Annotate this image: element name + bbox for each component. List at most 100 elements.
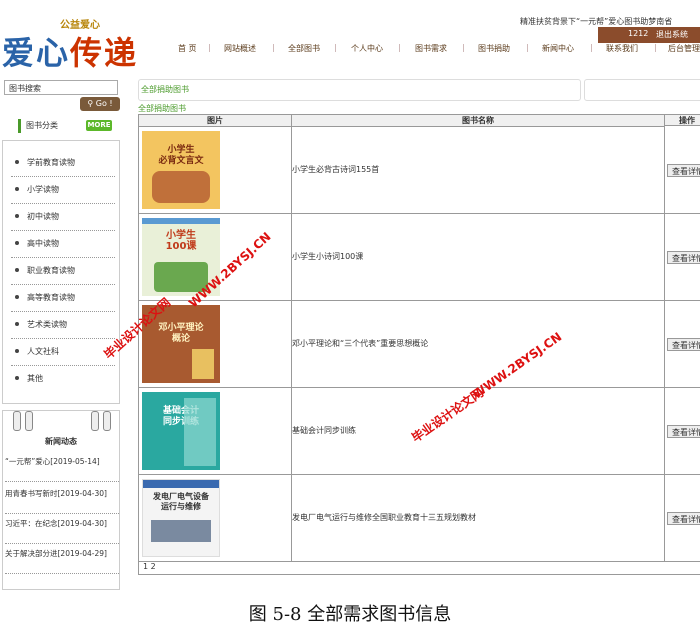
nav-separator: | bbox=[462, 43, 465, 52]
col-header-action: 操作 bbox=[665, 115, 700, 126]
category-item[interactable]: 初中读物 bbox=[11, 204, 115, 231]
category-label: 其他 bbox=[27, 374, 43, 383]
book-table: 图片 图书名称 操作 小学生 必背文言文 小学生必背古诗词155首 查看详情 小… bbox=[138, 114, 700, 575]
cover-title: 发电厂电气设备 运行与维修 bbox=[153, 492, 209, 511]
nav-separator: | bbox=[654, 43, 657, 52]
category-title: 图书分类 bbox=[18, 119, 58, 133]
view-detail-button[interactable]: 查看详情 bbox=[667, 164, 700, 177]
cover-illustration bbox=[152, 171, 210, 203]
go-label: Go ! bbox=[95, 99, 113, 108]
category-panel: 学前教育读物 小学读物 初中读物 高中读物 职业教育读物 高等教育读物 艺术类读… bbox=[2, 140, 120, 404]
breadcrumb: 全部捐助图书 bbox=[138, 79, 581, 101]
book-cover[interactable]: 基础会计 同步训练 bbox=[142, 392, 220, 470]
bullet-icon bbox=[15, 295, 19, 299]
bullet-icon bbox=[15, 268, 19, 272]
search-input[interactable]: 图书搜索 bbox=[4, 80, 118, 95]
category-item[interactable]: 其他 bbox=[11, 366, 115, 392]
category-label: 高中读物 bbox=[27, 239, 59, 248]
category-item[interactable]: 人文社科 bbox=[11, 339, 115, 366]
category-label: 人文社科 bbox=[27, 347, 59, 356]
figure-caption: 图 5-8 全部需求图书信息 bbox=[248, 604, 452, 625]
nav-separator: | bbox=[272, 43, 275, 52]
binder-rings-icon bbox=[11, 411, 111, 431]
category-item[interactable]: 小学读物 bbox=[11, 177, 115, 204]
category-item[interactable]: 高等教育读物 bbox=[11, 285, 115, 312]
nav-admin[interactable]: 后台管理 bbox=[668, 43, 700, 54]
nav-personal[interactable]: 个人中心 bbox=[351, 43, 383, 54]
news-item[interactable]: 习近平：在纪念[2019-04-30] bbox=[5, 517, 119, 544]
view-detail-button[interactable]: 查看详情 bbox=[667, 512, 700, 525]
nav-donate[interactable]: 图书捐助 bbox=[478, 43, 510, 54]
screenshot: 公益爱心 爱心传递 精准扶贫背景下“一元帮”爱心图书助梦南省 1212 退出系统… bbox=[0, 0, 700, 590]
col-header-image: 图片 bbox=[139, 115, 291, 127]
table-row: 小学生 必背文言文 小学生必背古诗词155首 查看详情 bbox=[139, 127, 700, 214]
site-logo[interactable]: 公益爱心 爱心传递 bbox=[2, 16, 172, 72]
col-header-name: 图书名称 bbox=[292, 115, 664, 127]
cover-band bbox=[143, 480, 219, 488]
category-item[interactable]: 艺术类读物 bbox=[11, 312, 115, 339]
category-label: 小学读物 bbox=[27, 185, 59, 194]
main-nav: 首 页 | 网站概述 | 全部图书 | 个人中心 | 图书需求 | 图书捐助 |… bbox=[178, 43, 700, 57]
view-detail-button[interactable]: 查看详情 bbox=[667, 251, 700, 264]
news-title: 新闻动态 bbox=[45, 437, 77, 446]
category-item[interactable]: 职业教育读物 bbox=[11, 258, 115, 285]
logout-link[interactable]: 退出系统 bbox=[656, 29, 688, 40]
category-label: 职业教育读物 bbox=[27, 266, 75, 275]
nav-all-books[interactable]: 全部图书 bbox=[288, 43, 320, 54]
bullet-icon bbox=[15, 349, 19, 353]
book-name[interactable]: 小学生必背古诗词155首 bbox=[292, 127, 379, 213]
nav-separator: | bbox=[526, 43, 529, 52]
category-item[interactable]: 高中读物 bbox=[11, 231, 115, 258]
book-name[interactable]: 小学生小诗词100课 bbox=[292, 214, 363, 300]
nav-contact[interactable]: 联系我们 bbox=[606, 43, 638, 54]
search-icon: ⚲ bbox=[87, 99, 94, 108]
news-item[interactable]: “一元帮”爱心[2019-05-14] bbox=[5, 455, 119, 482]
category-label: 高等教育读物 bbox=[27, 293, 75, 302]
table-row: 发电厂电气设备 运行与维修 发电厂电气运行与维修全国职业教育十三五规划教材 查看… bbox=[139, 475, 700, 562]
book-name[interactable]: 邓小平理论和“三个代表”重要思想概论 bbox=[292, 301, 428, 387]
right-panel bbox=[584, 79, 700, 101]
bullet-icon bbox=[15, 376, 19, 380]
nav-separator: | bbox=[590, 43, 593, 52]
bullet-icon bbox=[15, 214, 19, 218]
bullet-icon bbox=[15, 241, 19, 245]
cover-illustration bbox=[151, 520, 211, 542]
user-name: 1212 bbox=[628, 29, 649, 38]
nav-home[interactable]: 首 页 bbox=[178, 43, 197, 54]
more-button[interactable]: MORE bbox=[86, 120, 112, 131]
search-go-button[interactable]: ⚲ Go ! bbox=[80, 97, 120, 111]
book-cover[interactable]: 小学生 必背文言文 bbox=[142, 131, 220, 209]
book-name[interactable]: 基础会计同步训练 bbox=[292, 388, 356, 474]
nav-separator: | bbox=[334, 43, 337, 52]
logo-mark-b: 传递 bbox=[70, 34, 139, 72]
site-notice: 精准扶贫背景下“一元帮”爱心图书助梦南省 bbox=[520, 17, 673, 26]
table-row: 邓小平理论 概论 邓小平理论和“三个代表”重要思想概论 查看详情 bbox=[139, 301, 700, 388]
nav-book-needs[interactable]: 图书需求 bbox=[415, 43, 447, 54]
bullet-icon bbox=[15, 187, 19, 191]
pagination[interactable]: 1 2 bbox=[143, 562, 156, 571]
table-row: 小学生 100课 小学生小诗词100课 查看详情 bbox=[139, 214, 700, 301]
column-divider bbox=[664, 115, 665, 561]
book-name[interactable]: 发电厂电气运行与维修全国职业教育十三五规划教材 bbox=[292, 475, 476, 561]
nav-overview[interactable]: 网站概述 bbox=[224, 43, 256, 54]
logo-mark-a: 爱心 bbox=[2, 34, 71, 72]
category-item[interactable]: 学前教育读物 bbox=[11, 150, 115, 177]
book-cover[interactable]: 发电厂电气设备 运行与维修 bbox=[142, 479, 220, 557]
bullet-icon bbox=[15, 322, 19, 326]
cover-title: 邓小平理论 概论 bbox=[158, 323, 204, 344]
cover-title: 小学生 100课 bbox=[165, 230, 197, 252]
nav-news[interactable]: 新闻中心 bbox=[542, 43, 574, 54]
view-detail-button[interactable]: 查看详情 bbox=[667, 338, 700, 351]
cover-illustration bbox=[184, 398, 216, 466]
logo-mark: 爱心传递 bbox=[2, 28, 138, 74]
news-item[interactable]: 用青春书写新时[2019-04-30] bbox=[5, 487, 119, 514]
view-detail-button[interactable]: 查看详情 bbox=[667, 425, 700, 438]
column-divider bbox=[291, 115, 292, 561]
category-label: 艺术类读物 bbox=[27, 320, 67, 329]
cover-title: 小学生 必背文言文 bbox=[158, 145, 204, 166]
nav-separator: | bbox=[208, 43, 211, 52]
category-label: 初中读物 bbox=[27, 212, 59, 221]
news-item[interactable]: 关于解决部分进[2019-04-29] bbox=[5, 547, 119, 574]
news-panel: 新闻动态 “一元帮”爱心[2019-05-14] 用青春书写新时[2019-04… bbox=[2, 410, 120, 590]
bullet-icon bbox=[15, 160, 19, 164]
